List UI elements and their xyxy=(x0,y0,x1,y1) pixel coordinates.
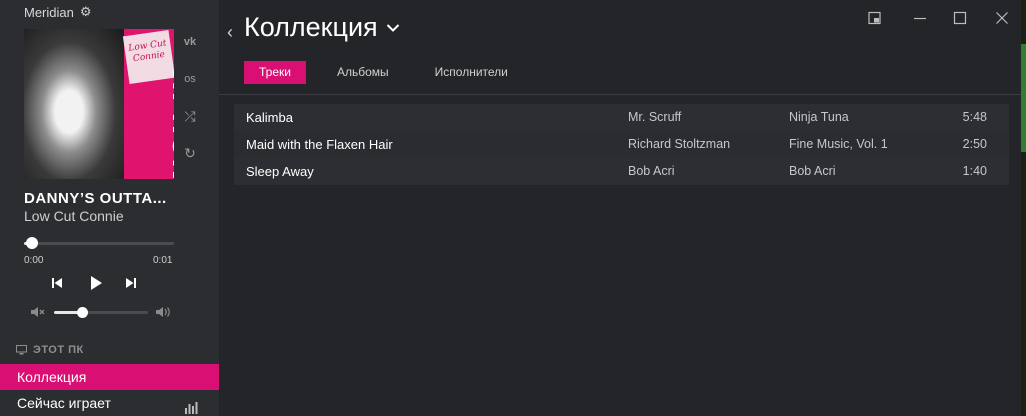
cover-photo xyxy=(24,29,124,179)
now-playing-artist[interactable]: Low Cut Connie xyxy=(24,208,124,224)
desktop-edge-accent xyxy=(1021,44,1026,152)
track-list: Kalimba Mr. Scruff Ninja Tuna 5:48 Maid … xyxy=(234,104,1009,185)
play-icon xyxy=(91,276,102,290)
gear-icon[interactable]: ⚙ xyxy=(80,4,92,20)
monitor-icon xyxy=(16,345,27,355)
repeat-icon[interactable]: ↻ xyxy=(180,143,200,163)
equalizer-icon xyxy=(185,396,198,416)
tab-artists[interactable]: Исполнители xyxy=(420,61,523,84)
mini-player-button[interactable] xyxy=(867,10,883,26)
track-duration: 2:50 xyxy=(962,137,987,151)
next-icon xyxy=(126,278,136,288)
sidebar-item-collection[interactable]: Коллекция xyxy=(0,364,219,390)
maximize-icon xyxy=(953,11,967,25)
playback-controls xyxy=(46,276,146,294)
vk-icon[interactable]: vk xyxy=(180,32,200,52)
sidebar: Meridian ⚙ Low Cut Connie HI HONEY vk os… xyxy=(0,0,219,416)
divider xyxy=(219,94,1026,95)
album-cover: Low Cut Connie HI HONEY xyxy=(24,29,174,179)
progress-knob[interactable] xyxy=(25,237,38,249)
section-this-pc: ЭТОТ ПК xyxy=(16,344,84,356)
volume-mute-icon[interactable] xyxy=(30,305,46,319)
volume-slider[interactable] xyxy=(54,307,148,318)
minimize-button[interactable] xyxy=(912,10,928,26)
now-playing-title: DANNY’S OUTTA... xyxy=(24,190,167,207)
track-artist: Mr. Scruff xyxy=(628,110,682,124)
close-button[interactable] xyxy=(994,10,1010,26)
track-artist: Bob Acri xyxy=(628,164,675,178)
close-icon xyxy=(996,12,1008,24)
tab-albums[interactable]: Альбомы xyxy=(322,61,404,84)
table-row[interactable]: Kalimba Mr. Scruff Ninja Tuna 5:48 xyxy=(234,104,1009,131)
track-title: Kalimba xyxy=(246,110,293,125)
sidebar-item-label: Сейчас играет xyxy=(17,395,111,411)
page-title-text: Коллекция xyxy=(244,12,378,42)
previous-button[interactable] xyxy=(50,276,64,294)
app-name: Meridian xyxy=(24,4,74,20)
app-header: Meridian ⚙ xyxy=(24,4,92,20)
tab-tracks[interactable]: Треки xyxy=(244,61,306,84)
chevron-down-icon xyxy=(386,23,399,32)
next-button[interactable] xyxy=(124,276,138,294)
shuffle-icon[interactable]: ⤮ xyxy=(180,106,200,126)
track-duration: 5:48 xyxy=(962,110,987,124)
track-artist: Richard Stoltzman xyxy=(628,137,731,151)
track-album: Fine Music, Vol. 1 xyxy=(789,137,888,151)
play-button[interactable] xyxy=(88,275,104,293)
desktop-edge xyxy=(1021,0,1026,416)
track-title: Maid with the Flaxen Hair xyxy=(246,137,393,152)
sidebar-item-now-playing[interactable]: Сейчас играет xyxy=(0,390,219,416)
time-elapsed: 0:00 xyxy=(24,255,44,266)
back-icon[interactable]: ‹ xyxy=(227,22,233,43)
track-duration: 1:40 xyxy=(962,164,987,178)
volume-control xyxy=(30,305,175,321)
main-content: ‹ Коллекция Треки Альбомы Исполнители Ka… xyxy=(219,0,1026,416)
time-total: 0:01 xyxy=(153,255,173,266)
maximize-button[interactable] xyxy=(952,10,968,26)
previous-icon xyxy=(52,278,62,288)
track-album: Ninja Tuna xyxy=(789,110,849,124)
table-row[interactable]: Sleep Away Bob Acri Bob Acri 1:40 xyxy=(234,158,1009,185)
progress-bar[interactable] xyxy=(24,237,174,249)
track-title: Sleep Away xyxy=(246,164,314,179)
section-title: ЭТОТ ПК xyxy=(33,344,84,356)
side-actions: vk os ⤮ ↻ xyxy=(180,32,200,180)
volume-knob[interactable] xyxy=(77,307,89,318)
os-icon[interactable]: os xyxy=(180,69,200,89)
mini-player-icon xyxy=(868,11,881,25)
track-album: Bob Acri xyxy=(789,164,836,178)
table-row[interactable]: Maid with the Flaxen Hair Richard Stoltz… xyxy=(234,131,1009,158)
cover-title-text: HI HONEY xyxy=(166,69,174,179)
sidebar-item-label: Коллекция xyxy=(17,369,87,385)
view-tabs: Треки Альбомы Исполнители xyxy=(244,61,539,84)
volume-max-icon[interactable] xyxy=(155,305,173,319)
minimize-icon xyxy=(914,17,926,20)
page-title[interactable]: Коллекция xyxy=(244,12,400,43)
